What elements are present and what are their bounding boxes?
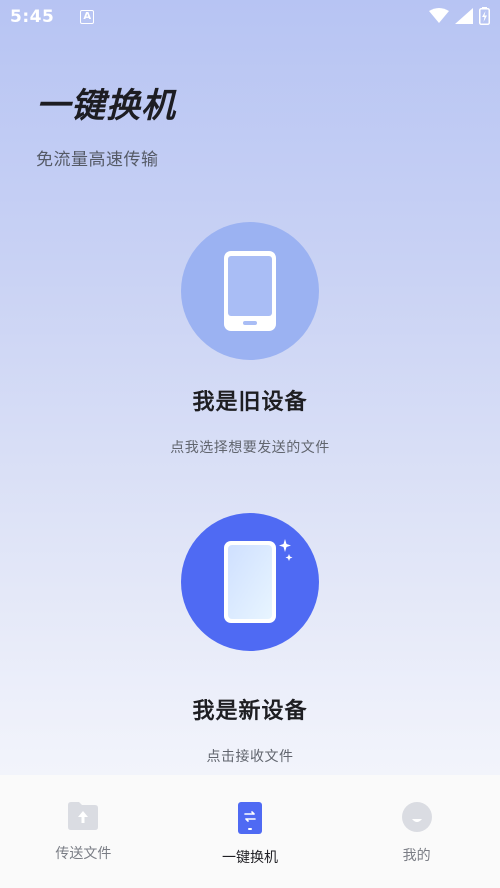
phone-sparkle-icon — [224, 539, 293, 623]
nav-label-mine: 我的 — [402, 848, 431, 864]
old-device-circle[interactable] — [181, 222, 319, 360]
old-device-title: 我是旧设备 — [192, 390, 308, 415]
bottom-nav: 传送文件 一键换机 我的 — [0, 775, 500, 888]
nav-item-mine[interactable]: 我的 — [342, 801, 492, 865]
new-device-title: 我是新设备 — [192, 699, 308, 724]
old-device-option[interactable]: 我是旧设备 点我选择想要发送的文件 — [0, 222, 500, 457]
nav-item-one-click-switch[interactable]: 一键换机 — [175, 801, 325, 867]
phone-transfer-icon — [237, 802, 262, 834]
status-time: 5:45 — [10, 7, 55, 27]
nav-item-transfer-files[interactable]: 传送文件 — [8, 801, 158, 863]
new-device-option[interactable]: 我是新设备 点击接收文件 — [0, 513, 500, 766]
nav-label-one-click-switch: 一键换机 — [221, 850, 278, 866]
page-header: 一键换机 免流量高速传输 — [36, 78, 176, 170]
new-device-circle[interactable] — [181, 513, 319, 651]
page-subtitle: 免流量高速传输 — [36, 150, 159, 170]
battery-icon — [479, 7, 490, 25]
status-icons — [429, 7, 490, 25]
new-device-description: 点击接收文件 — [206, 749, 294, 765]
status-bar: 5:45 A — [0, 0, 500, 34]
nav-label-transfer-files: 传送文件 — [55, 846, 112, 862]
page-title: 一键换机 — [36, 86, 176, 126]
old-device-description: 点我选择想要发送的文件 — [170, 440, 330, 456]
wifi-icon — [429, 8, 449, 23]
signal-icon — [455, 8, 473, 24]
folder-upload-icon — [68, 802, 99, 830]
phone-icon — [224, 251, 276, 331]
profile-icon — [401, 802, 432, 832]
notification-badge-icon: A — [80, 10, 95, 24]
